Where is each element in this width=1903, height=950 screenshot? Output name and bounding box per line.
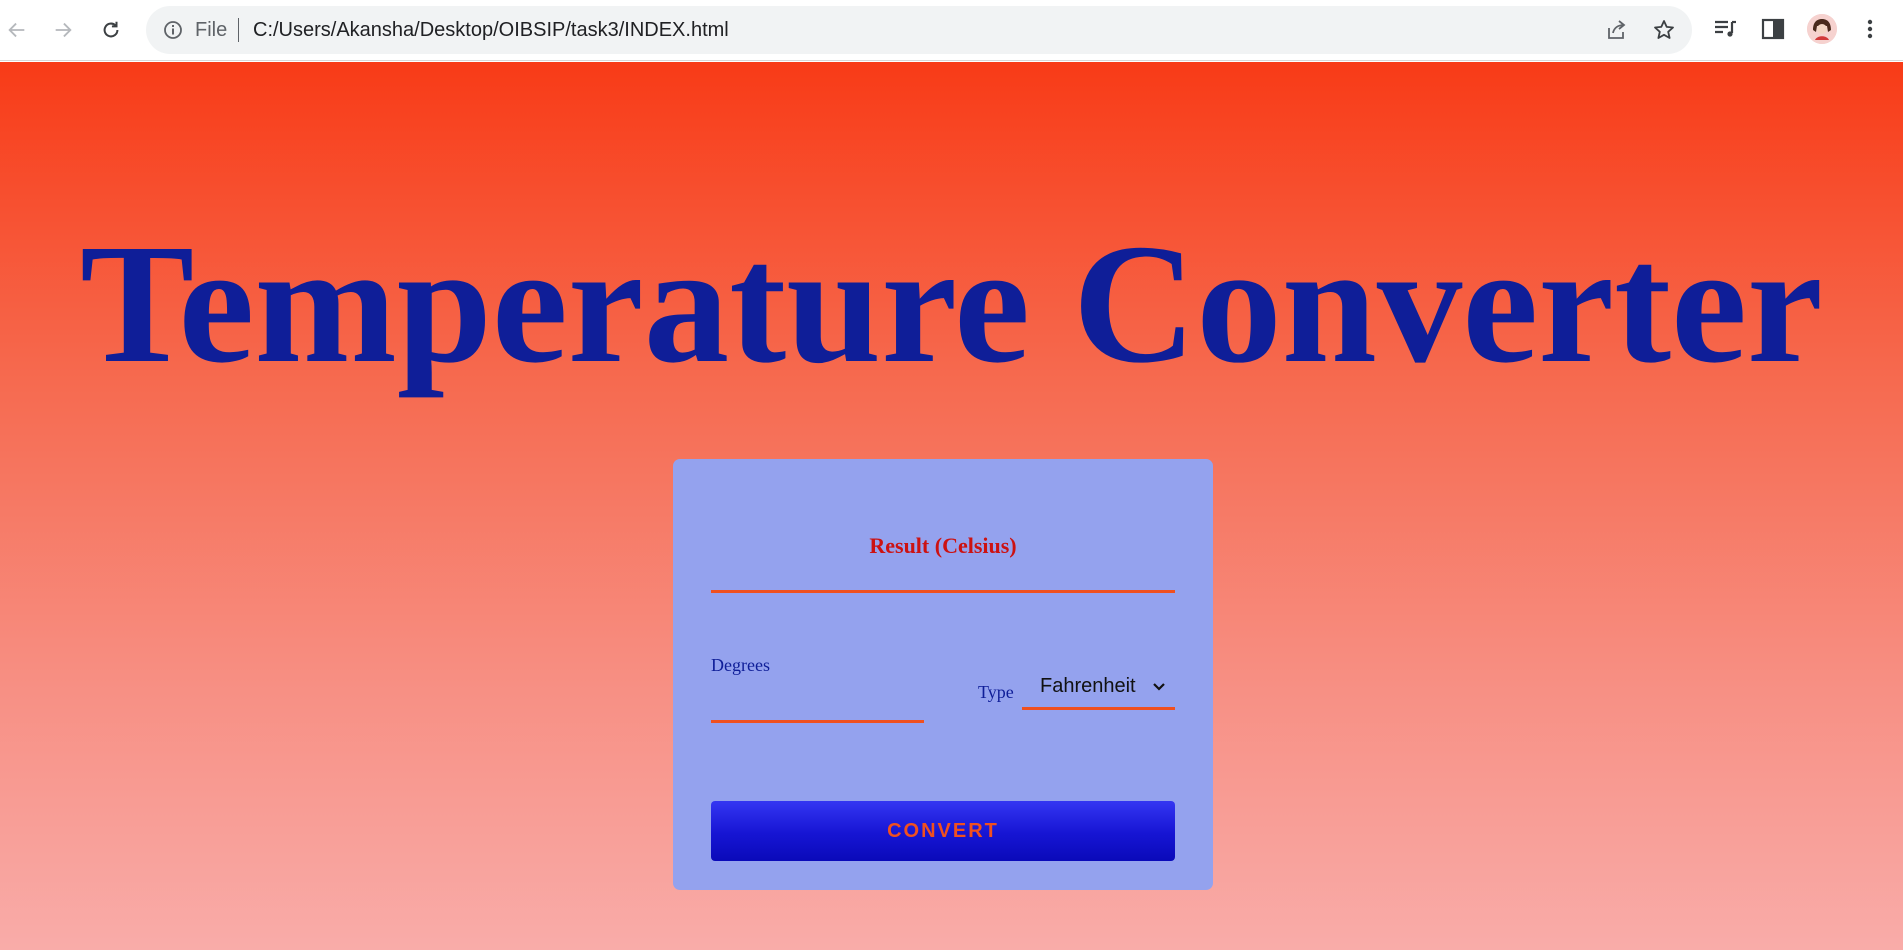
page-background: Temperature Converter Result (Celsius) D… — [0, 62, 1903, 950]
forward-button[interactable] — [46, 13, 80, 47]
reload-icon — [103, 21, 119, 38]
star-icon[interactable] — [1652, 18, 1676, 42]
degrees-label: Degrees — [711, 655, 770, 675]
reload-button[interactable] — [94, 13, 128, 47]
degrees-input[interactable] — [711, 677, 924, 723]
browser-toolbar: File C:/Users/Akansha/Desktop/OIBSIP/tas… — [0, 0, 1903, 61]
chevron-down-icon — [1153, 683, 1165, 691]
url-text[interactable]: C:/Users/Akansha/Desktop/OIBSIP/task3/IN… — [253, 20, 729, 40]
scheme-label: File — [195, 19, 228, 41]
convert-button-label: CONVERT — [887, 819, 999, 842]
reading-list-icon[interactable] — [1712, 16, 1738, 42]
info-icon[interactable] — [163, 20, 183, 40]
address-separator — [238, 18, 239, 42]
profile-picture-icon — [1807, 14, 1837, 44]
side-panel-icon[interactable] — [1760, 16, 1786, 42]
back-button[interactable] — [0, 13, 34, 47]
address-bar[interactable]: File C:/Users/Akansha/Desktop/OIBSIP/tas… — [146, 6, 1692, 54]
type-label: Type — [978, 682, 1014, 702]
result-output-underline — [711, 590, 1175, 593]
share-icon[interactable] — [1604, 18, 1628, 42]
converter-card: Result (Celsius) Degrees Type Fahrenheit… — [673, 459, 1213, 890]
page-title: Temperature Converter — [80, 209, 1823, 398]
avatar[interactable] — [1807, 14, 1837, 44]
forward-arrow-icon — [55, 22, 72, 38]
result-label: Result (Celsius) — [869, 533, 1017, 558]
convert-button[interactable]: CONVERT — [711, 801, 1175, 861]
more-vert-icon[interactable] — [1857, 16, 1883, 42]
back-arrow-icon — [8, 22, 25, 38]
type-select[interactable]: Fahrenheit — [1022, 667, 1175, 710]
type-selected-value: Fahrenheit — [1040, 675, 1136, 697]
